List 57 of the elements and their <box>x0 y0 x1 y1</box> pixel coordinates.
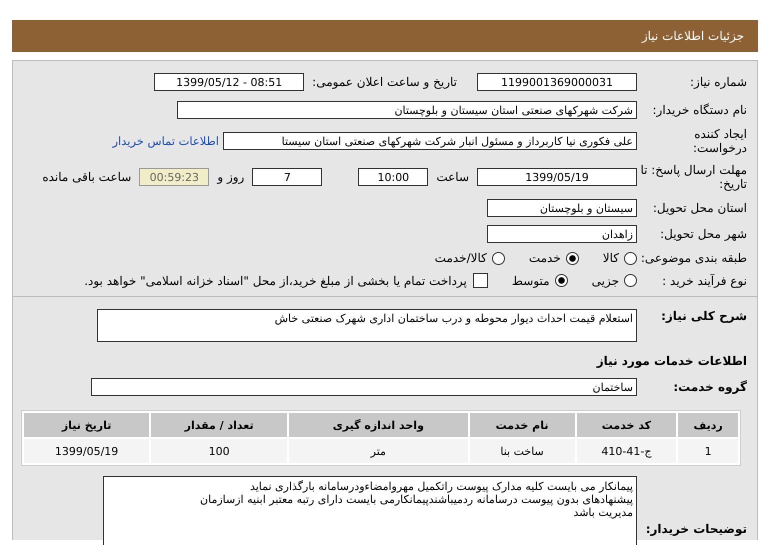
contact-link[interactable]: اطلاعات تماس خریدار <box>112 134 219 148</box>
radio-label: جزیی <box>592 274 619 288</box>
field-label: تاریخ و ساعت اعلان عمومی: <box>312 75 457 89</box>
radio-label: متوسط <box>512 274 550 288</box>
province-field: سیستان و بلوچستان <box>487 199 637 217</box>
field-label: روز و <box>217 170 244 184</box>
field-label: مهلت ارسال پاسخ: تا تاریخ: <box>639 163 747 191</box>
checkbox-label: پرداخت تمام یا بخشی از مبلغ خرید،از محل "اسناد خزانه اسلامی" خواهد بود. <box>84 274 467 288</box>
radio-label: کالا/خدمت <box>434 251 487 265</box>
deadline-time-field: 10:00 <box>358 168 428 186</box>
field-label: نوع فرآیند خرید : <box>661 274 747 288</box>
section-title: اطلاعات خدمات مورد نیاز <box>596 354 747 368</box>
radio-button[interactable] <box>554 274 568 287</box>
field-label: ساعت باقی مانده <box>42 170 132 184</box>
column-header: واحد اندازه گیری <box>289 413 468 437</box>
field-label: ایجاد کننده درخواست: <box>692 127 747 155</box>
column-header: تعداد / مقدار <box>151 413 288 437</box>
need-number-field: 1199001369000031 <box>477 73 637 91</box>
notes-line: پیشنهادهای بدون پیوست درسامانه ردمیباشندپیمانکارمی بایست دارای رتبه معتبر ابنیه ازسازمان <box>199 493 633 506</box>
column-header: نام خدمت <box>470 413 575 437</box>
field-label: استان محل تحویل: <box>652 201 747 215</box>
creator-field: علی فکوری نیا کاربرداز و مسئول انبار شرکت شهرکهای صنعتی استان سیستا <box>223 132 637 150</box>
field-label: شهر محل تحویل: <box>659 227 747 241</box>
field-label: شرح کلی نیاز: <box>660 309 747 323</box>
table-cell: ج-41-410 <box>576 439 676 463</box>
deadline-date-field: 1399/05/19 <box>477 168 637 186</box>
page-header: جزئیات اطلاعات نیاز <box>12 20 758 52</box>
service-group-field: ساختمان <box>91 378 637 396</box>
city-field: زاهدان <box>487 225 637 243</box>
radio-button[interactable] <box>492 252 505 264</box>
table-cell: متر <box>289 439 468 463</box>
radio-button[interactable] <box>624 274 637 287</box>
field-label: شماره نیاز: <box>689 75 747 89</box>
notes-line: مدیریت باشد <box>572 506 633 519</box>
days-field: 7 <box>252 168 322 186</box>
radio-label: خدمت <box>528 251 561 265</box>
field-label: نام دستگاه خریدار: <box>652 103 747 117</box>
radio-button[interactable] <box>624 252 637 264</box>
field-label: طبقه بندی موضوعی: <box>640 251 747 265</box>
summary-field: استعلام قیمت احداث دیوار محوطه و درب ساختمان اداری شهرک صنعتی خاش <box>97 309 637 342</box>
checkbox[interactable] <box>472 273 488 288</box>
field-label: توضیحات خریدار: <box>644 522 747 536</box>
announce-date-field: 1399/05/12 - 08:51 <box>154 73 304 91</box>
column-header: ردیف <box>678 413 738 437</box>
radio-label: کالا <box>602 251 619 265</box>
remaining-time-field: 00:59:23 <box>139 168 210 186</box>
table-cell: 1399/05/19 <box>24 439 150 463</box>
buyer-org-field: شرکت شهرکهای صنعتی استان سیستان و بلوچستان <box>177 101 637 119</box>
column-header: کد خدمت <box>576 413 676 437</box>
column-header: تاریخ نیاز <box>24 413 150 437</box>
table-cell: 100 <box>151 439 288 463</box>
field-label: گروه خدمت: <box>672 380 747 394</box>
radio-button[interactable] <box>566 252 579 264</box>
table-cell: ساخت بنا <box>470 439 575 463</box>
table-cell: 1 <box>678 439 738 463</box>
notes-line: پیمانکار می بایست کلیه مدارک پیوست راتکمیل مهروامضاءودرسامانه بارگذاری نماید <box>248 480 633 493</box>
field-label: ساعت <box>436 170 469 184</box>
